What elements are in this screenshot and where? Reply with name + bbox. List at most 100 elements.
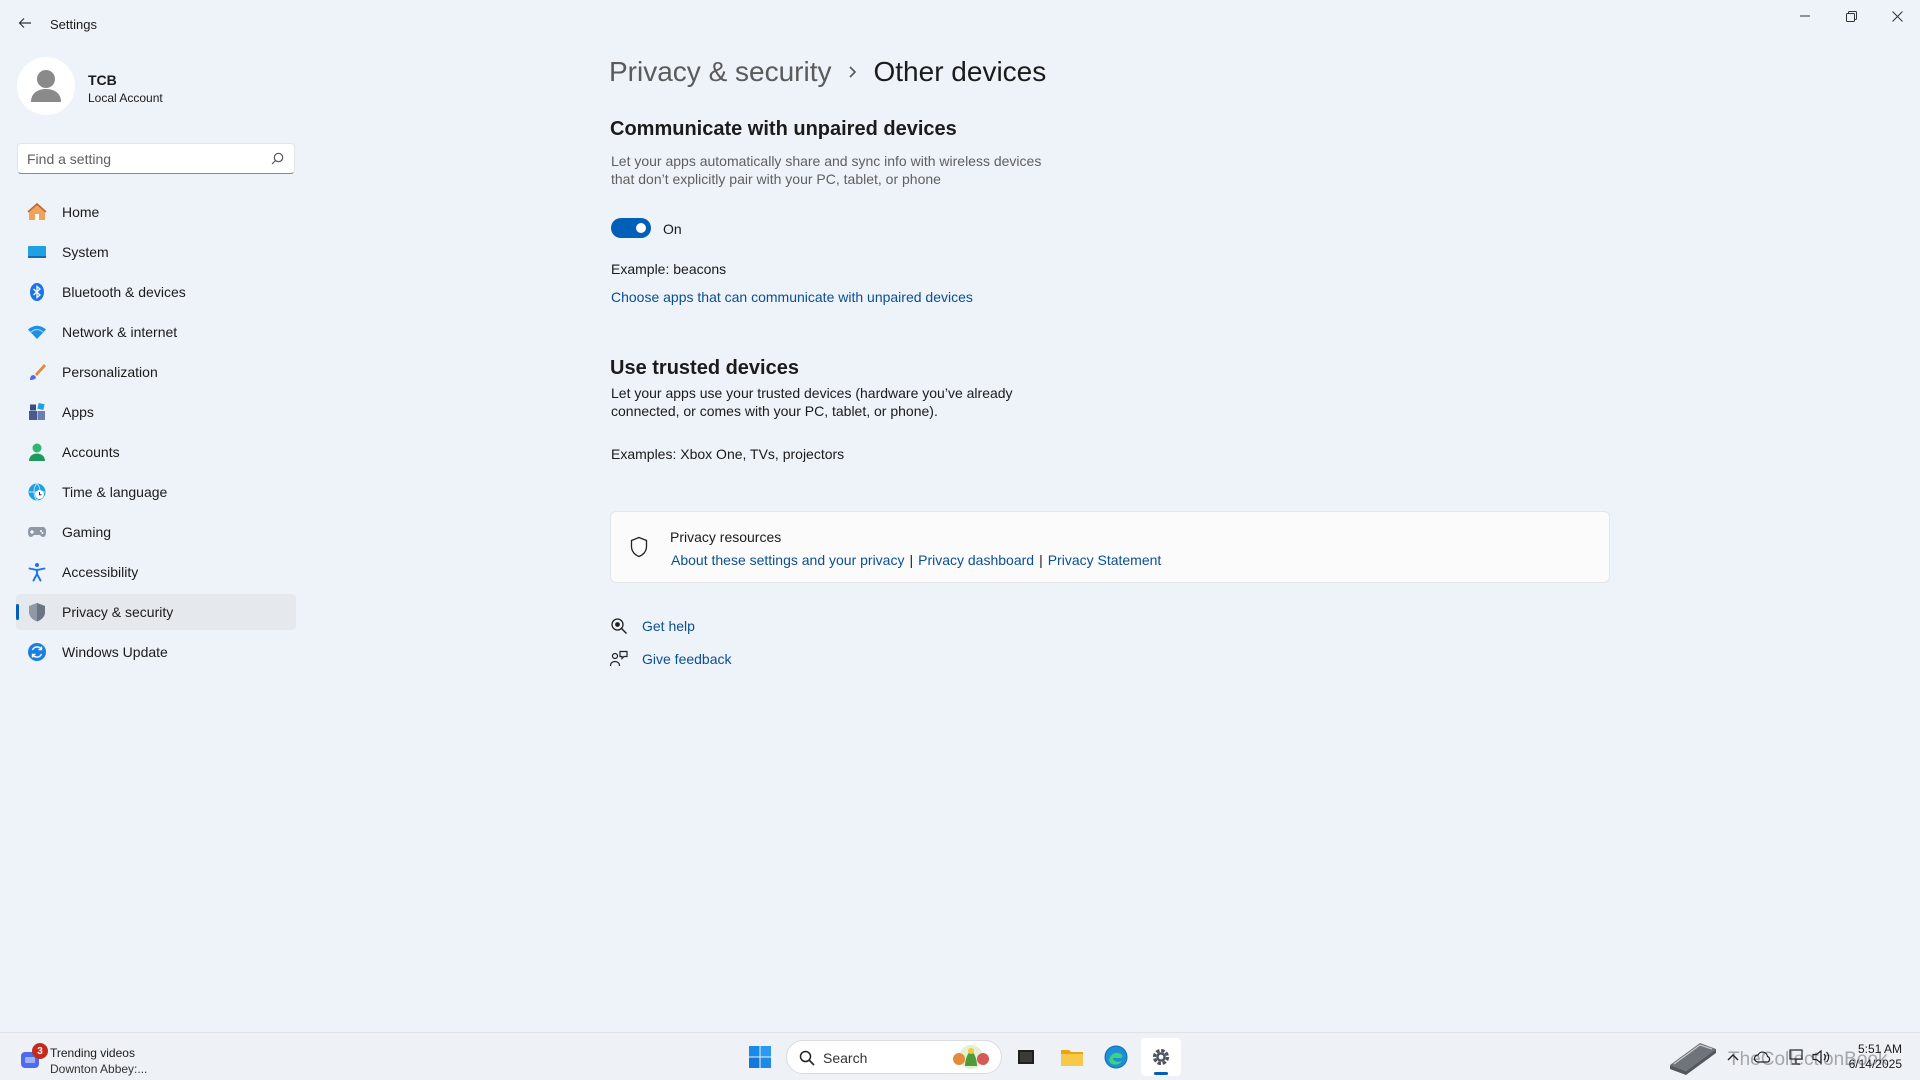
sidebar-item-label: Network & internet (62, 324, 178, 340)
avatar[interactable] (17, 57, 75, 115)
give-feedback-link[interactable]: Give feedback (642, 651, 732, 667)
sidebar-item-label: Time & language (62, 484, 168, 500)
search-input[interactable] (18, 144, 258, 173)
sidebar-item-accessibility[interactable]: Accessibility (16, 554, 296, 590)
privacy-dashboard-link[interactable]: Privacy dashboard (918, 552, 1034, 568)
help-icon (609, 616, 629, 636)
globe-clock-icon (26, 481, 48, 503)
privacy-statement-link[interactable]: Privacy Statement (1048, 552, 1162, 568)
sidebar-item-label: Accounts (62, 444, 120, 460)
task-view-button[interactable] (1006, 1038, 1046, 1076)
back-button[interactable] (12, 10, 38, 36)
sidebar-item-privacy-security[interactable]: Privacy & security (16, 594, 296, 630)
close-icon (1891, 10, 1903, 22)
sidebar-item-label: Accessibility (62, 564, 139, 580)
minimize-button[interactable] (1782, 0, 1828, 32)
person-icon (26, 441, 48, 463)
sidebar-item-label: Apps (62, 404, 94, 420)
windows-logo-icon (749, 1046, 771, 1068)
sidebar-item-label: System (62, 244, 109, 260)
folder-icon (1061, 1050, 1083, 1066)
sidebar-item-time-language[interactable]: Time & language (16, 474, 296, 510)
link-separator: | (909, 552, 914, 568)
sidebar-item-label: Bluetooth & devices (62, 284, 186, 300)
clock-time: 5:51 AM (1857, 1042, 1902, 1056)
update-icon (26, 641, 48, 663)
active-app-indicator (1154, 1072, 1168, 1075)
user-name: TCB (88, 72, 117, 88)
clock-date: 6/14/2025 (1848, 1057, 1902, 1071)
volume-tray-button[interactable] (1812, 1048, 1830, 1066)
account-type: Local Account (88, 91, 163, 105)
unpaired-heading: Communicate with unpaired devices (610, 118, 957, 140)
wifi-icon (26, 321, 48, 343)
user-silhouette-icon (31, 70, 61, 102)
restore-icon (1845, 10, 1857, 22)
sidebar-item-apps[interactable]: Apps (16, 394, 296, 430)
taskbar-clock[interactable]: 5:51 AM 6/14/2025 (1849, 1042, 1902, 1072)
trusted-description: Let your apps use your trusted devices (… (611, 385, 1013, 419)
edge-icon (1104, 1045, 1128, 1069)
edge-browser-button[interactable] (1096, 1038, 1136, 1076)
page-title: Other devices (873, 56, 1047, 87)
network-icon (1789, 1049, 1803, 1065)
file-explorer-button[interactable] (1052, 1038, 1092, 1076)
widgets-button[interactable]: 3 Trending videos Downton Abbey:... (18, 1039, 218, 1076)
minimize-icon (1800, 15, 1810, 17)
taskbar-search[interactable]: Search (786, 1040, 1002, 1074)
chevron-up-icon (1727, 1054, 1739, 1061)
accessibility-icon (26, 561, 48, 583)
privacy-resources-title: Privacy resources (670, 529, 782, 545)
tray-overflow-button[interactable] (1724, 1048, 1742, 1066)
cloud-icon (1754, 1051, 1771, 1063)
sidebar-item-personalization[interactable]: Personalization (16, 354, 296, 390)
sidebar-item-gaming[interactable]: Gaming (16, 514, 296, 550)
title-bar: Settings (0, 0, 1920, 48)
sidebar-item-bluetooth[interactable]: Bluetooth & devices (16, 274, 296, 310)
sidebar-item-label: Gaming (62, 524, 112, 540)
apps-icon (26, 401, 48, 423)
sidebar-item-label: Windows Update (62, 644, 168, 660)
widget-title: Trending videos (50, 1046, 135, 1060)
chevron-right-icon (848, 65, 858, 79)
search-highlight-icon (953, 1045, 989, 1069)
gear-icon (1152, 1048, 1170, 1066)
breadcrumb-parent[interactable]: Privacy & security (609, 56, 832, 88)
restore-button[interactable] (1828, 0, 1874, 32)
taskbar-search-label: Search (823, 1050, 868, 1066)
sidebar-item-accounts[interactable]: Accounts (16, 434, 296, 470)
unpaired-description: Let your apps automatically share and sy… (611, 153, 1042, 187)
unpaired-toggle[interactable] (611, 218, 651, 238)
home-icon (26, 201, 48, 223)
choose-apps-link[interactable]: Choose apps that can communicate with un… (611, 289, 973, 305)
start-button[interactable] (740, 1038, 780, 1076)
sidebar-item-home[interactable]: Home (16, 194, 296, 230)
speaker-icon (1812, 1049, 1830, 1065)
search-icon (799, 1050, 815, 1066)
search-icon[interactable] (271, 152, 284, 165)
sidebar-item-label: Home (62, 204, 100, 220)
sidebar-item-windows-update[interactable]: Windows Update (16, 634, 296, 670)
breadcrumb: Privacy & security Other devices (609, 56, 1046, 88)
give-feedback-row[interactable]: Give feedback (609, 649, 732, 669)
toggle-state-label: On (663, 221, 682, 237)
network-tray-button[interactable] (1787, 1048, 1805, 1066)
app-title: Settings (50, 17, 97, 32)
back-arrow-icon (18, 18, 31, 28)
trusted-example: Examples: Xbox One, TVs, projectors (611, 446, 845, 462)
about-privacy-link[interactable]: About these settings and your privacy (671, 552, 904, 568)
get-help-link[interactable]: Get help (642, 618, 695, 634)
unpaired-example: Example: beacons (611, 261, 727, 277)
onedrive-button[interactable] (1754, 1048, 1772, 1066)
get-help-row[interactable]: Get help (609, 616, 695, 636)
privacy-resources-links: About these settings and your privacy | … (671, 552, 1161, 568)
trusted-heading: Use trusted devices (610, 357, 799, 379)
settings-app-button[interactable] (1141, 1038, 1181, 1076)
close-button[interactable] (1874, 0, 1920, 32)
gamepad-icon (26, 521, 48, 543)
settings-search[interactable] (17, 143, 295, 174)
taskbar: 3 Trending videos Downton Abbey:... Sear… (0, 1032, 1920, 1080)
bluetooth-icon (26, 281, 48, 303)
sidebar-item-system[interactable]: System (16, 234, 296, 270)
sidebar-item-network[interactable]: Network & internet (16, 314, 296, 350)
